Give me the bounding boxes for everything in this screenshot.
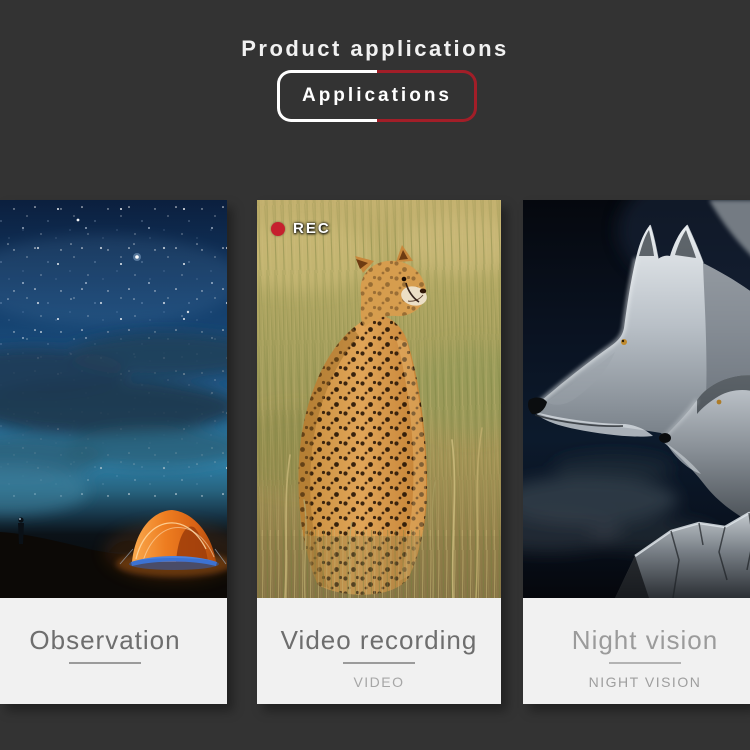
rec-indicator: REC bbox=[271, 220, 331, 237]
title-underline bbox=[609, 662, 681, 664]
card-subtitle-video: VIDEO bbox=[257, 674, 501, 690]
video-recording-photo: REC bbox=[257, 200, 501, 598]
applications-badge[interactable]: Applications bbox=[277, 70, 477, 122]
card-footer: Night vision NIGHT VISION bbox=[523, 598, 750, 704]
night-vision-photo bbox=[523, 200, 750, 598]
night-camp-illustration bbox=[0, 200, 227, 598]
wolves-illustration bbox=[523, 200, 750, 598]
applications-badge-inner: Applications bbox=[280, 73, 474, 119]
card-title-night-vision: Night vision bbox=[523, 626, 750, 654]
card-title-observation: Observation bbox=[0, 626, 227, 654]
page-title: Product applications bbox=[0, 36, 750, 62]
applications-badge-label: Applications bbox=[302, 85, 452, 107]
cards-row: Observation bbox=[0, 200, 750, 704]
title-underline bbox=[343, 662, 415, 664]
card-footer: Video recording VIDEO bbox=[257, 598, 501, 704]
observation-photo bbox=[0, 200, 227, 598]
card-observation-inner: Observation bbox=[0, 200, 227, 704]
card-title-video-recording: Video recording bbox=[257, 626, 501, 654]
card-night-vision-inner: Night vision NIGHT VISION bbox=[523, 200, 750, 704]
card-observation: Observation bbox=[0, 200, 227, 704]
camper-silhouette bbox=[18, 517, 24, 544]
rec-label: REC bbox=[293, 220, 331, 237]
title-underline bbox=[69, 662, 141, 664]
card-video-recording: REC Video recording VIDEO bbox=[257, 200, 501, 704]
card-footer: Observation bbox=[0, 598, 227, 704]
rec-dot-icon bbox=[271, 222, 285, 236]
product-applications-section: Product applications Applications bbox=[0, 0, 750, 750]
cheetah-illustration bbox=[257, 200, 501, 598]
card-night-vision: Night vision NIGHT VISION bbox=[523, 200, 750, 704]
card-subtitle-night-vision: NIGHT VISION bbox=[523, 674, 750, 690]
card-video-recording-inner: REC Video recording VIDEO bbox=[257, 200, 501, 704]
